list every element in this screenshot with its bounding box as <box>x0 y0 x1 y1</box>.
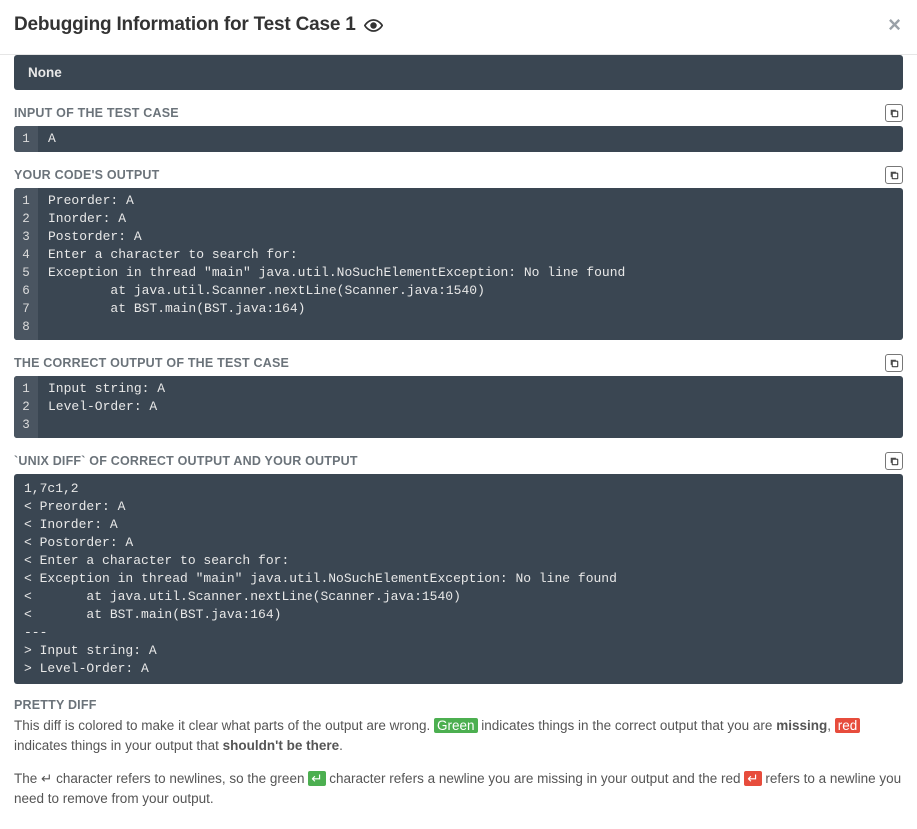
text: This diff is colored to make it clear wh… <box>14 718 434 733</box>
copy-button[interactable] <box>885 452 903 470</box>
pretty-diff-paragraph: This diff is colored to make it clear wh… <box>14 716 903 757</box>
code-text: A <box>38 126 66 152</box>
modal-title-text: Debugging Information for Test Case 1 <box>14 14 356 36</box>
line-number: 1 <box>14 188 38 210</box>
copy-button[interactable] <box>885 104 903 122</box>
your-output-code-block: 1Preorder: A2Inorder: A3Postorder: A4Ent… <box>14 188 903 340</box>
code-text: Exception in thread "main" java.util.NoS… <box>38 264 635 282</box>
text: character refers a newline you are missi… <box>326 771 745 786</box>
code-text: at BST.main(BST.java:164) <box>38 300 315 318</box>
code-text: Inorder: A <box>38 210 136 228</box>
code-text: Enter a character to search for: <box>38 246 308 264</box>
close-button[interactable]: × <box>888 14 901 36</box>
code-line: 8 <box>14 318 903 340</box>
line-number: 4 <box>14 246 38 264</box>
section-header-correct-output: THE CORRECT OUTPUT OF THE TEST CASE <box>14 354 903 372</box>
line-number: 3 <box>14 416 38 438</box>
code-line: 4Enter a character to search for: <box>14 246 903 264</box>
input-code-block: 1A <box>14 126 903 152</box>
unix-diff-block: 1,7c1,2 < Preorder: A < Inorder: A < Pos… <box>14 474 903 684</box>
line-number: 1 <box>14 126 38 152</box>
code-line: 2Level-Order: A <box>14 398 903 416</box>
pretty-diff-paragraph: The ↵ character refers to newlines, so t… <box>14 769 903 810</box>
section-title: PRETTY DIFF <box>14 698 97 712</box>
line-number: 8 <box>14 318 38 340</box>
line-number: 6 <box>14 282 38 300</box>
text: indicates things in your output that <box>14 738 223 753</box>
section-title: `UNIX DIFF` OF CORRECT OUTPUT AND YOUR O… <box>14 454 358 468</box>
code-text: Preorder: A <box>38 188 144 210</box>
section-header-input: INPUT OF THE TEST CASE <box>14 104 903 122</box>
section-title: THE CORRECT OUTPUT OF THE TEST CASE <box>14 356 289 370</box>
text: , <box>827 718 835 733</box>
code-line: 1A <box>14 126 903 152</box>
code-line: 3 <box>14 416 903 438</box>
none-block: None <box>14 55 903 90</box>
code-text <box>38 318 58 340</box>
bold-text: missing <box>776 718 827 733</box>
section-header-pretty-diff: PRETTY DIFF <box>14 698 903 712</box>
line-number: 1 <box>14 376 38 398</box>
text: The ↵ character refers to newlines, so t… <box>14 771 308 786</box>
code-line: 5Exception in thread "main" java.util.No… <box>14 264 903 282</box>
code-text: Level-Order: A <box>38 398 167 416</box>
modal-content: None INPUT OF THE TEST CASE 1A YOUR CODE… <box>0 55 917 829</box>
code-line: 1Input string: A <box>14 376 903 398</box>
modal-title: Debugging Information for Test Case 1 <box>14 14 383 36</box>
code-line: 1Preorder: A <box>14 188 903 210</box>
code-line: 6 at java.util.Scanner.nextLine(Scanner.… <box>14 282 903 300</box>
line-number: 3 <box>14 228 38 246</box>
line-number: 2 <box>14 210 38 228</box>
red-highlight: red <box>835 718 861 733</box>
section-header-unix-diff: `UNIX DIFF` OF CORRECT OUTPUT AND YOUR O… <box>14 452 903 470</box>
correct-output-code-block: 1Input string: A2Level-Order: A3 <box>14 376 903 438</box>
green-newline-char: ↵ <box>308 771 325 786</box>
copy-button[interactable] <box>885 354 903 372</box>
section-header-your-output: YOUR CODE'S OUTPUT <box>14 166 903 184</box>
line-number: 7 <box>14 300 38 318</box>
pretty-diff-body: This diff is colored to make it clear wh… <box>14 716 903 809</box>
green-highlight: Green <box>434 718 478 733</box>
code-line: 3Postorder: A <box>14 228 903 246</box>
code-text: Input string: A <box>38 376 175 398</box>
code-text: Postorder: A <box>38 228 152 246</box>
line-number: 5 <box>14 264 38 282</box>
code-text: at java.util.Scanner.nextLine(Scanner.ja… <box>38 282 495 300</box>
red-newline-char: ↵ <box>744 771 761 786</box>
modal-header: Debugging Information for Test Case 1 × <box>0 0 917 55</box>
section-title: YOUR CODE'S OUTPUT <box>14 168 159 182</box>
copy-button[interactable] <box>885 166 903 184</box>
text: . <box>339 738 343 753</box>
text: indicates things in the correct output t… <box>478 718 777 733</box>
bold-text: shouldn't be there <box>223 738 339 753</box>
line-number: 2 <box>14 398 38 416</box>
code-line: 7 at BST.main(BST.java:164) <box>14 300 903 318</box>
code-text <box>38 416 58 438</box>
section-title: INPUT OF THE TEST CASE <box>14 106 179 120</box>
eye-icon[interactable] <box>364 16 383 35</box>
code-line: 2Inorder: A <box>14 210 903 228</box>
